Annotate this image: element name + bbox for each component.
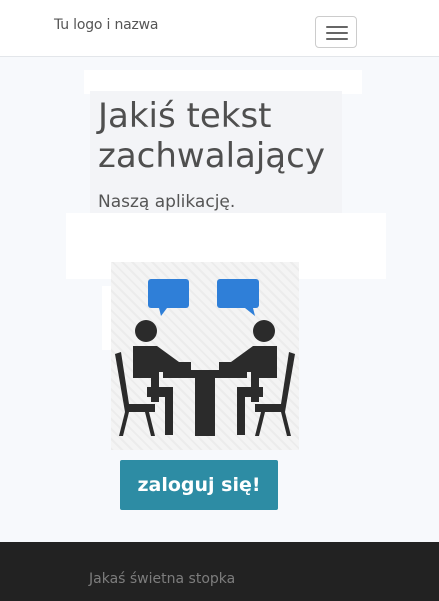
login-button[interactable]: zaloguj się! [120, 460, 278, 510]
brand-logo-text[interactable]: Tu logo i nazwa [54, 17, 158, 33]
navbar: Tu logo i nazwa [0, 0, 439, 57]
meeting-illustration [111, 262, 299, 450]
hero-headline: Jakiś tekst zachwalający [98, 96, 325, 176]
footer: Jakaś świetna stopka [0, 542, 439, 601]
navbar-toggle-button[interactable] [315, 16, 357, 48]
people-at-table-chatting-icon [115, 279, 295, 436]
footer-text: Jakaś świetna stopka [89, 571, 236, 587]
hamburger-menu-icon [326, 26, 348, 28]
hero-subtext: Naszą aplikację. [98, 192, 236, 212]
